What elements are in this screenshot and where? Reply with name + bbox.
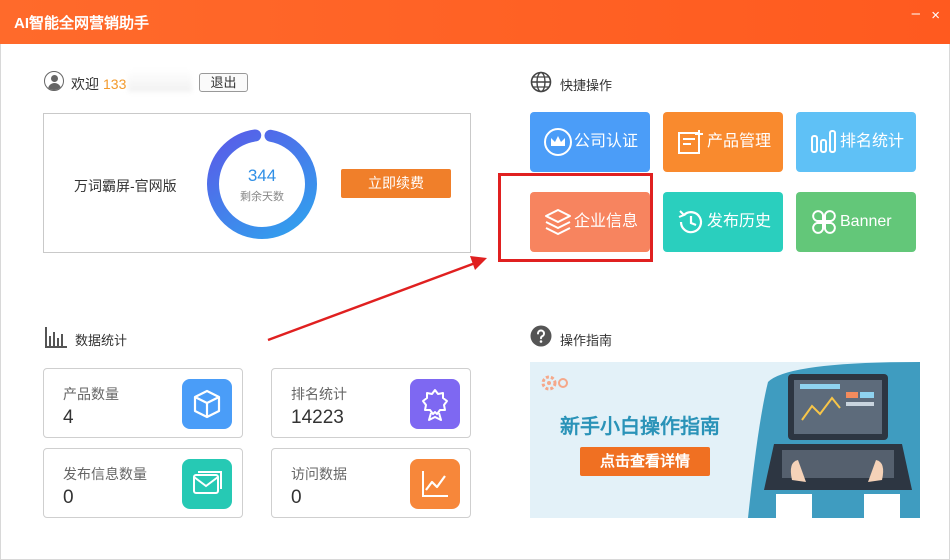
tile-label: 公司认证 [574,133,639,150]
stat-value: 0 [63,487,74,508]
close-button[interactable]: × [931,8,940,24]
tile-enterprise-info[interactable]: 企业信息 [530,192,650,252]
product-icon [678,130,703,154]
welcome-text: 欢迎 133 [71,74,126,94]
title-bar: AI智能全网营销助手 – × [0,0,950,44]
cube-icon [182,379,232,429]
stat-card-ranking[interactable]: 排名统计 14223 [271,368,471,438]
view-details-button[interactable]: 点击查看详情 [580,447,710,476]
mail-icon [182,459,232,509]
version-name: 万词霸屏-官网版 [74,178,177,194]
history-icon [678,210,703,234]
days-left-number: 344 [247,166,277,185]
tile-label: 排名统计 [840,133,905,150]
tile-label: 发布历史 [707,213,772,230]
quick-section-title: 快捷操作 [560,78,613,93]
user-avatar-icon [44,71,64,91]
help-icon [530,325,552,347]
logout-button[interactable]: 退出 [199,73,248,92]
tile-label: Banner [840,213,892,230]
stat-label: 访问数据 [291,466,347,482]
stat-card-products[interactable]: 产品数量 4 [43,368,243,438]
welcome-label: 欢迎 [71,76,99,92]
account-card: 万词霸屏-官网版 344 剩余天数 立即续费 [43,113,471,253]
layers-icon [545,209,571,235]
guide-banner-title: 新手小白操作指南 [560,416,720,438]
chart-icon [410,459,460,509]
days-left-label: 剩余天数 [240,191,284,203]
crown-icon [544,128,572,156]
masked-phone [128,70,192,92]
app-title: AI智能全网营销助手 [14,15,150,32]
stat-label: 发布信息数量 [63,466,147,482]
stat-label: 排名统计 [291,386,347,402]
laptop-illustration [748,362,920,518]
stat-value: 14223 [291,407,344,428]
tile-label: 企业信息 [574,213,639,230]
stat-value: 4 [63,407,74,428]
gear-icon [541,375,568,391]
bar-chart-icon [811,130,836,153]
tile-banner[interactable]: Banner [796,192,916,252]
renew-button[interactable]: 立即续费 [341,169,451,198]
tile-publish-history[interactable]: 发布历史 [663,192,783,252]
stat-value: 0 [291,487,302,508]
tile-ranking-stats[interactable]: 排名统计 [796,112,916,172]
tile-company-auth[interactable]: 公司认证 [530,112,650,172]
tile-product-manage[interactable]: 产品管理 [663,112,783,172]
stats-section-title: 数据统计 [75,333,128,348]
tile-label: 产品管理 [707,133,772,150]
user-phone: 133 [103,76,127,92]
guide-banner[interactable]: 新手小白操作指南 点击查看详情 [530,362,920,518]
globe-icon [530,71,552,93]
guide-section-title: 操作指南 [560,333,613,348]
stat-label: 产品数量 [63,386,119,402]
minimize-button[interactable]: – [912,6,920,22]
stat-card-published[interactable]: 发布信息数量 0 [43,448,243,518]
award-icon [410,379,460,429]
clover-icon [812,210,836,234]
stat-card-visits[interactable]: 访问数据 0 [271,448,471,518]
stats-icon [45,327,67,348]
